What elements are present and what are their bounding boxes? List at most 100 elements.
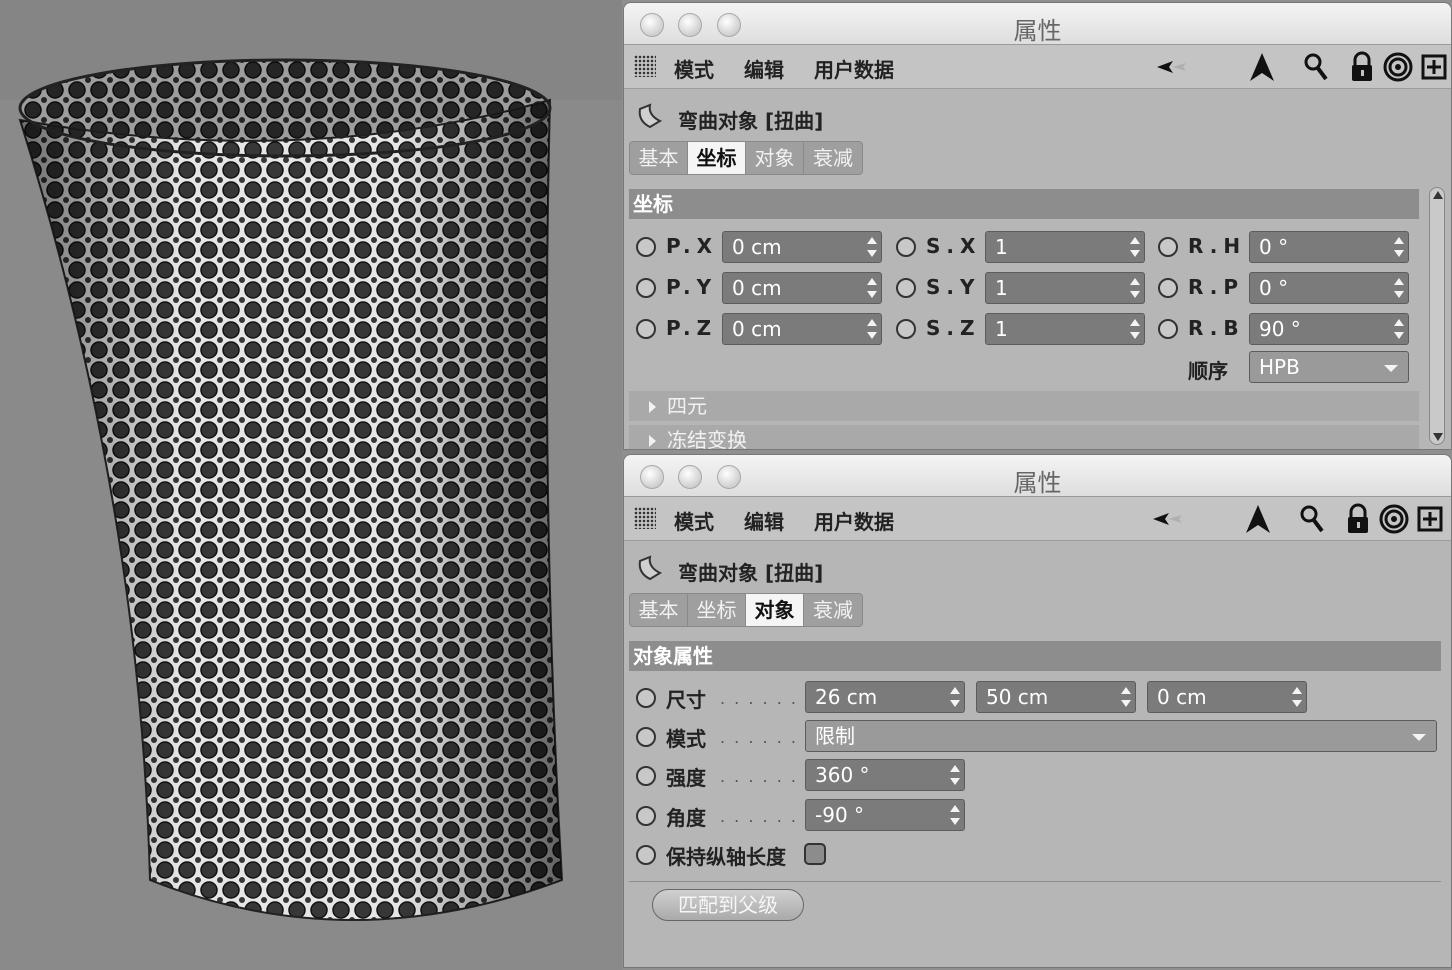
tab-bar: 基本 坐标 对象 衰减 — [629, 141, 863, 175]
cursor-arrow-icon[interactable] — [1242, 503, 1274, 535]
tab-basic[interactable]: 基本 — [630, 594, 688, 626]
px-spinner[interactable] — [867, 237, 877, 257]
pz-spinner[interactable] — [867, 319, 877, 339]
3d-viewport[interactable] — [0, 0, 622, 970]
size-label: 尺寸 — [666, 688, 706, 712]
keep-length-animate-radio[interactable] — [636, 845, 656, 865]
leader-dots: . . . . . . . — [720, 767, 813, 786]
scroll-down-icon[interactable] — [1433, 433, 1443, 441]
px-input[interactable]: 0 cm — [722, 231, 882, 263]
sy-spinner[interactable] — [1130, 278, 1140, 298]
py-spinner[interactable] — [867, 278, 877, 298]
sz-label: S.Z — [926, 316, 981, 340]
expand-triangle-icon — [649, 435, 656, 447]
sy-animate-radio[interactable] — [896, 278, 916, 298]
section-header: 对象属性 — [629, 641, 1441, 671]
angle-spinner[interactable] — [950, 805, 960, 825]
rh-animate-radio[interactable] — [1158, 237, 1178, 257]
size-y-spinner[interactable] — [1121, 687, 1131, 707]
target-icon[interactable] — [1378, 503, 1410, 535]
mode-animate-radio[interactable] — [636, 727, 656, 747]
angle-animate-radio[interactable] — [636, 806, 656, 826]
rb-label: R.B — [1188, 316, 1245, 340]
attributes-panel-coordinates: 属性 模式 编辑 用户数据 弯曲对象 [扭曲] 基本 坐标 对象 衰减 坐标 P… — [623, 2, 1452, 450]
size-x-input[interactable]: 26 cm — [805, 681, 965, 713]
rp-animate-radio[interactable] — [1158, 278, 1178, 298]
rp-spinner[interactable] — [1394, 278, 1404, 298]
cursor-arrow-icon[interactable] — [1246, 51, 1278, 83]
object-header: 弯曲对象 [扭曲] — [624, 89, 1451, 139]
grip-icon[interactable] — [634, 507, 656, 529]
size-animate-radio[interactable] — [636, 688, 656, 708]
menu-mode[interactable]: 模式 — [674, 54, 714, 83]
target-icon[interactable] — [1382, 51, 1414, 83]
sx-input[interactable]: 1 — [985, 231, 1145, 263]
freeze-transform-group[interactable]: 冻结变换 — [629, 425, 1419, 449]
pz-animate-radio[interactable] — [636, 319, 656, 339]
tab-object[interactable]: 对象 — [746, 142, 804, 174]
fit-to-parent-button[interactable]: 匹配到父级 — [652, 889, 804, 921]
rb-input[interactable]: 90 ° — [1249, 313, 1409, 345]
px-animate-radio[interactable] — [636, 237, 656, 257]
menu-user-data[interactable]: 用户数据 — [814, 506, 894, 535]
perforated-cylinder — [18, 58, 564, 921]
py-label: P.Y — [666, 275, 718, 299]
keep-length-checkbox[interactable] — [804, 843, 826, 865]
back-arrow-icon[interactable] — [1156, 51, 1188, 83]
scroll-up-icon[interactable] — [1433, 191, 1443, 199]
leader-dots: . . . . . . . — [720, 807, 813, 826]
sx-animate-radio[interactable] — [896, 237, 916, 257]
size-z-spinner[interactable] — [1292, 687, 1302, 707]
tab-basic[interactable]: 基本 — [630, 142, 688, 174]
lock-icon[interactable] — [1342, 503, 1374, 535]
pz-input[interactable]: 0 cm — [722, 313, 882, 345]
search-icon[interactable] — [1296, 503, 1328, 535]
size-z-input[interactable]: 0 cm — [1147, 681, 1307, 713]
tab-coordinates[interactable]: 坐标 — [688, 142, 746, 174]
sy-input[interactable]: 1 — [985, 272, 1145, 304]
size-y-input[interactable]: 50 cm — [976, 681, 1136, 713]
tab-coordinates[interactable]: 坐标 — [688, 594, 746, 626]
expand-triangle-icon — [649, 401, 656, 413]
chevron-down-icon — [1384, 365, 1398, 372]
grip-icon[interactable] — [634, 55, 656, 77]
py-input[interactable]: 0 cm — [722, 272, 882, 304]
strength-animate-radio[interactable] — [636, 766, 656, 786]
new-panel-icon[interactable] — [1418, 51, 1450, 83]
sz-animate-radio[interactable] — [896, 319, 916, 339]
mode-dropdown[interactable]: 限制 — [805, 720, 1437, 752]
strength-input[interactable]: 360 ° — [805, 759, 965, 791]
sz-input[interactable]: 1 — [985, 313, 1145, 345]
new-panel-icon[interactable] — [1414, 503, 1446, 535]
section-header: 坐标 — [629, 189, 1419, 219]
tab-falloff[interactable]: 衰减 — [804, 594, 862, 626]
vertical-scrollbar[interactable] — [1429, 187, 1445, 445]
quaternion-group[interactable]: 四元 — [629, 391, 1419, 421]
menu-mode[interactable]: 模式 — [674, 506, 714, 535]
rb-spinner[interactable] — [1394, 319, 1404, 339]
lock-icon[interactable] — [1346, 51, 1378, 83]
rp-input[interactable]: 0 ° — [1249, 272, 1409, 304]
angle-input[interactable]: -90 ° — [805, 799, 965, 831]
menu-edit[interactable]: 编辑 — [744, 506, 784, 535]
sx-spinner[interactable] — [1130, 237, 1140, 257]
size-x-spinner[interactable] — [950, 687, 960, 707]
strength-spinner[interactable] — [950, 765, 960, 785]
rp-label: R.P — [1188, 275, 1245, 299]
order-dropdown[interactable]: HPB — [1249, 351, 1409, 383]
title-bar: 属性 — [624, 3, 1451, 45]
py-animate-radio[interactable] — [636, 278, 656, 298]
rb-animate-radio[interactable] — [1158, 319, 1178, 339]
attributes-panel-object: 属性 模式 编辑 用户数据 弯曲对象 [扭曲] 基本 坐标 对象 衰减 对象属性… — [623, 454, 1452, 968]
rh-input[interactable]: 0 ° — [1249, 231, 1409, 263]
rh-spinner[interactable] — [1394, 237, 1404, 257]
menu-user-data[interactable]: 用户数据 — [814, 54, 894, 83]
sz-spinner[interactable] — [1130, 319, 1140, 339]
tab-object[interactable]: 对象 — [746, 594, 804, 626]
leader-dots: . . . . . . . — [720, 728, 813, 747]
tab-falloff[interactable]: 衰减 — [804, 142, 862, 174]
menu-edit[interactable]: 编辑 — [744, 54, 784, 83]
back-arrow-icon[interactable] — [1152, 503, 1184, 535]
mode-label: 模式 — [666, 727, 706, 751]
search-icon[interactable] — [1300, 51, 1332, 83]
